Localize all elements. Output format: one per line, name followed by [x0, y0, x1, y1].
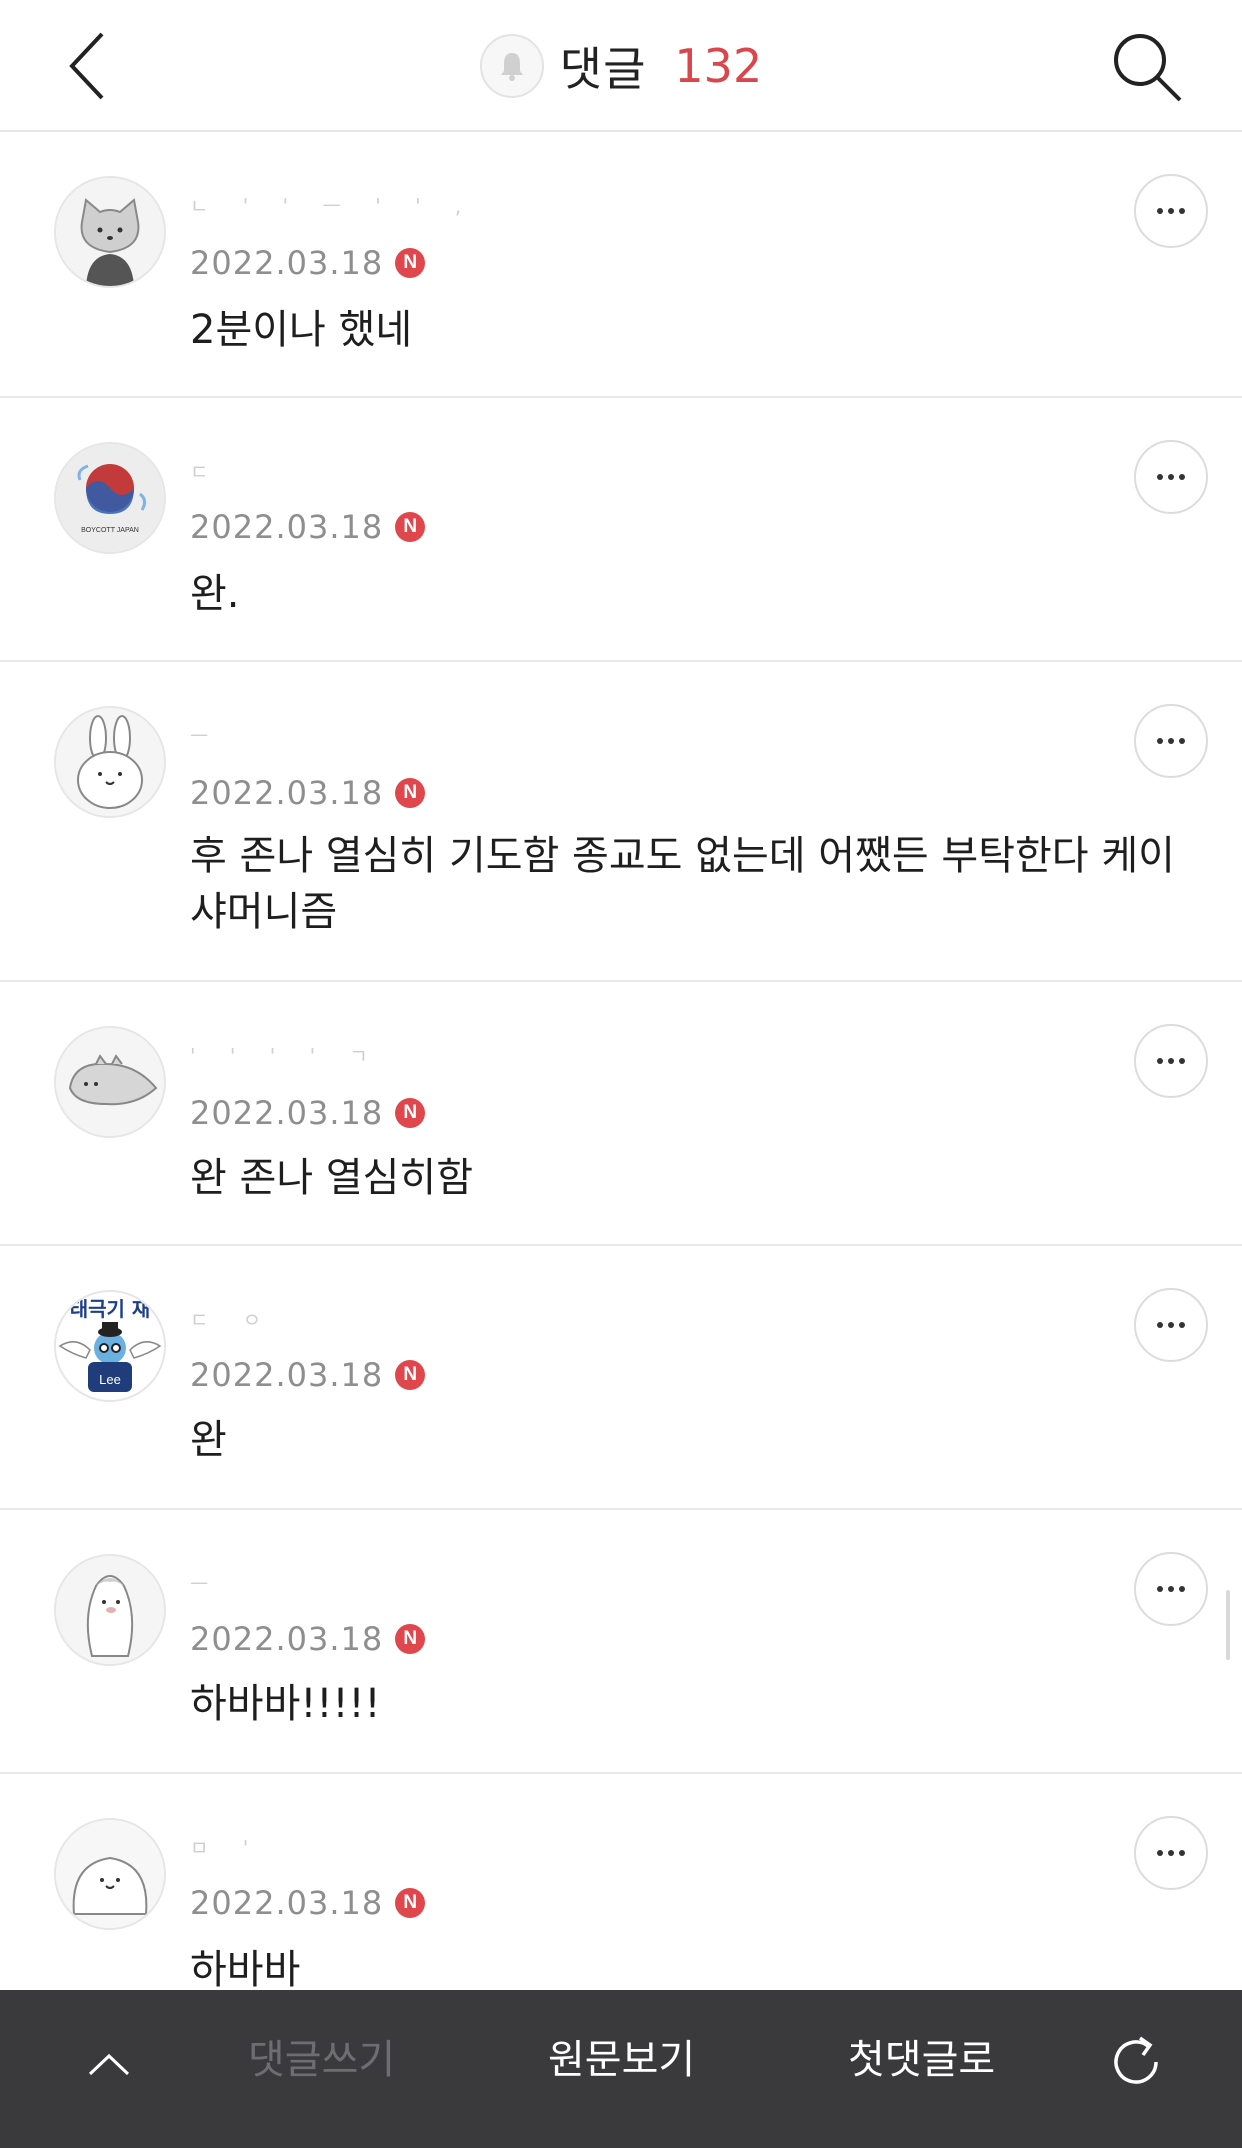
author-name-masked: ' ' ' ' ㄱ [190, 1044, 382, 1068]
comment-meta: 2022.03.18 N [190, 1884, 426, 1922]
new-badge: N [395, 778, 426, 808]
author-name-masked: ㅡ [190, 724, 223, 748]
comment-item: ㅡ 2022.03.18 N 하바바!!!!! [0, 1510, 1242, 1774]
more-options-button[interactable] [1134, 1552, 1208, 1626]
comment-text: 완. [190, 571, 240, 617]
write-comment-button[interactable]: 댓글쓰기 [248, 2030, 395, 2090]
more-dots-icon [1157, 1058, 1163, 1064]
comment-count: 132 [674, 39, 763, 93]
comment-date: 2022.03.18 [190, 508, 384, 546]
comment-date: 2022.03.18 [190, 1094, 384, 1132]
comment-meta: 2022.03.18 N [190, 1356, 426, 1394]
more-dots-icon [1157, 1586, 1163, 1592]
comment-text: 완 존나 열심히함 [190, 1155, 474, 1201]
chevron-up-icon [88, 2053, 130, 2076]
comment-meta: 2022.03.18 N [190, 1620, 426, 1658]
new-badge: N [395, 1888, 426, 1918]
top-bar: 댓글 132 [0, 0, 1242, 132]
scrollbar[interactable] [1226, 1590, 1230, 1660]
search-icon [1114, 34, 1182, 102]
more-options-button[interactable] [1134, 174, 1208, 248]
comment-meta: 2022.03.18 N [190, 1094, 426, 1132]
more-options-button[interactable] [1134, 1024, 1208, 1098]
comment-text: 완 [190, 1417, 227, 1463]
comment-item: ㅡ 2022.03.18 N 후 존나 열심히 기도함 종교도 없는데 어쨌든 … [0, 662, 1242, 982]
refresh-button[interactable] [1104, 2030, 1168, 2094]
more-options-button[interactable] [1134, 704, 1208, 778]
boycott-label: BOYCOTT JAPAN [81, 527, 139, 534]
more-dots-icon [1157, 738, 1163, 744]
new-badge: N [395, 1360, 426, 1390]
dinosaur-avatar[interactable] [54, 1026, 166, 1138]
new-badge: N [395, 1624, 426, 1654]
view-original-button[interactable]: 원문보기 [548, 2030, 695, 2090]
new-badge: N [395, 248, 426, 278]
comment-text: 2분이나 했네 [190, 307, 413, 353]
cat-avatar[interactable] [54, 176, 166, 288]
more-dots-icon [1157, 474, 1163, 480]
penguin-avatar[interactable] [54, 1554, 166, 1666]
flag-character-avatar[interactable]: 태극기 재 Lee [54, 1290, 166, 1402]
header-title-group: 댓글 132 [0, 34, 1242, 98]
comment-text: 하바바!!!!! [190, 1681, 381, 1727]
comment-meta: 2022.03.18 N [190, 508, 426, 546]
comment-date: 2022.03.18 [190, 774, 384, 812]
author-name-masked: ㄴ ' ' ㅡ ' ' , [190, 194, 476, 218]
comment-text: 후 존나 열심히 기도함 종교도 없는데 어쨌든 부탁한다 케이샤머니즘 [190, 833, 1175, 935]
author-name-masked: ㅁ ' [190, 1836, 263, 1860]
flag-shirt-label: Lee [99, 1372, 121, 1387]
comment-date: 2022.03.18 [190, 1620, 384, 1658]
more-dots-icon [1157, 208, 1163, 214]
search-button[interactable] [1108, 28, 1184, 104]
comment-date: 2022.03.18 [190, 244, 384, 282]
author-name-masked: ㄷ [190, 460, 223, 484]
first-comment-button[interactable]: 첫댓글로 [848, 2030, 995, 2090]
rabbit-avatar[interactable] [54, 706, 166, 818]
more-options-button[interactable] [1134, 1288, 1208, 1362]
comment-meta: 2022.03.18 N [190, 244, 426, 282]
seal-avatar[interactable] [54, 1818, 166, 1930]
comment-item: ' ' ' ' ㄱ 2022.03.18 N 완 존나 열심히함 [0, 982, 1242, 1246]
comment-meta: 2022.03.18 N [190, 774, 426, 812]
comment-item: 태극기 재 Lee ㄷ ㅇ 2022.03.18 N 완 [0, 1246, 1242, 1510]
new-badge: N [395, 512, 426, 542]
author-name-masked: ㅡ [190, 1572, 223, 1596]
page-title: 댓글 [559, 42, 647, 96]
author-name-masked: ㄷ ㅇ [190, 1308, 276, 1332]
more-options-button[interactable] [1134, 1816, 1208, 1890]
new-badge: N [395, 1098, 426, 1128]
bottom-toolbar: 댓글쓰기 원문보기 첫댓글로 [0, 1990, 1242, 2148]
comment-item: ㄴ ' ' ㅡ ' ' , 2022.03.18 N 2분이나 했네 [0, 132, 1242, 398]
more-dots-icon [1157, 1322, 1163, 1328]
scroll-top-button[interactable] [84, 2040, 134, 2090]
more-dots-icon [1157, 1850, 1163, 1856]
bell-icon[interactable] [479, 34, 544, 98]
comment-date: 2022.03.18 [190, 1884, 384, 1922]
flag-top-label: 태극기 재 [70, 1297, 151, 1321]
more-options-button[interactable] [1134, 440, 1208, 514]
refresh-icon [1114, 2036, 1158, 2084]
comment-item: BOYCOTT JAPAN ㄷ 2022.03.18 N 완. [0, 398, 1242, 662]
comment-date: 2022.03.18 [190, 1356, 384, 1394]
boycott-japan-avatar[interactable]: BOYCOTT JAPAN [54, 442, 166, 554]
